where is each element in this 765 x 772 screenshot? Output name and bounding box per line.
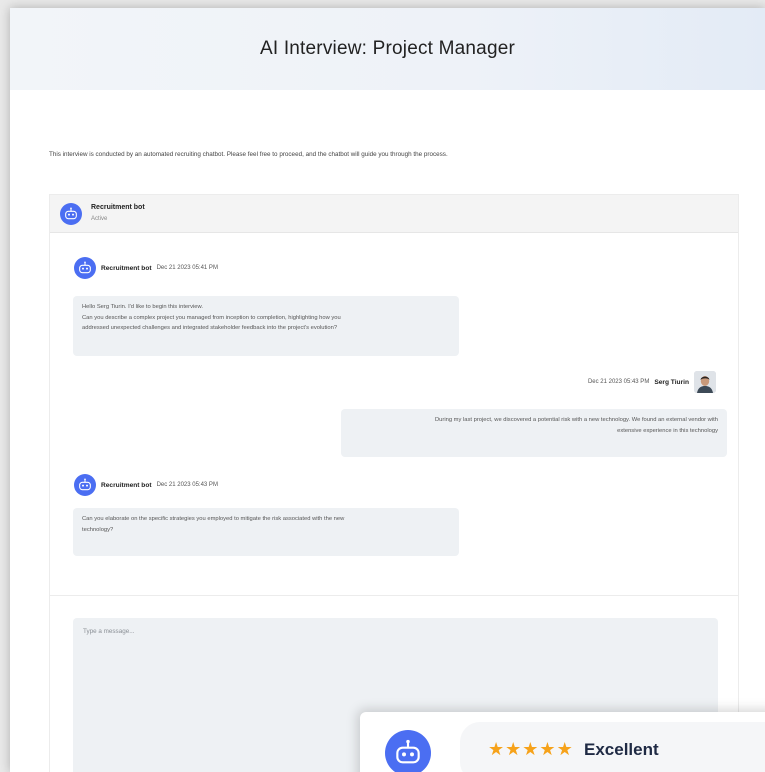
chat-bot-status: Active [91,216,108,222]
message-line: technology? [82,526,114,533]
message-sender: Recruitment bot [101,264,152,272]
message-time: Dec 21 2023 05:43 PM [587,379,650,385]
interview-page: AI Interview: Project Manager This inter… [10,8,765,772]
message-line: extensive experience in this technology [617,427,718,434]
message-line: Hello Serg Tiurin. I'd like to begin thi… [82,304,203,310]
message-line: addressed unexpected challenges and inte… [82,325,338,331]
message-time: Dec 21 2023 05:43 PM [156,482,218,488]
message-bubble: Can you elaborate on the specific strate… [73,508,459,556]
robot-icon [60,203,82,225]
rating-card: ★ ★ ★ ★ ★ Excellent [360,712,765,772]
page-header: AI Interview: Project Manager [10,8,765,90]
star-icon: ★ [522,739,539,759]
star-icon: ★ [539,739,556,759]
rating-label: Excellent [584,740,659,759]
page-title: AI Interview: Project Manager [259,38,516,59]
robot-icon [385,730,431,772]
message-meta: Dec 21 2023 05:43 PM Serg Tiurin [588,371,716,393]
message-time: Dec 21 2023 05:41 PM [156,265,218,271]
message-meta: Recruitment bot Dec 21 2023 05:43 PM [74,474,218,496]
message-line: Can you describe a complex project you m… [82,314,341,321]
robot-icon [74,257,96,279]
robot-icon [74,474,96,496]
chat-divider [50,595,738,596]
message-sender: Recruitment bot [101,481,152,489]
chat-bot-name: Recruitment bot [91,204,145,211]
star-icon: ★ [505,739,522,759]
chat-panel: Recruitment bot Active Recruitment bot D… [49,194,739,772]
intro-text: This interview is conducted by an automa… [49,151,448,158]
message-bubble: During my last project, we discovered a … [341,409,727,457]
star-icon: ★ [488,739,505,759]
message-bubble: Hello Serg Tiurin. I'd like to begin thi… [73,296,459,356]
message-line: Can you elaborate on the specific strate… [82,516,345,522]
message-line: During my last project, we discovered a … [434,417,718,423]
rating-stars: ★ ★ ★ ★ ★ [488,740,573,758]
message-sender: Serg Tiurin [654,378,689,386]
user-avatar [694,371,716,393]
message-meta: Recruitment bot Dec 21 2023 05:41 PM [74,257,218,279]
star-icon: ★ [556,739,573,759]
chat-header: Recruitment bot Active [50,195,738,233]
